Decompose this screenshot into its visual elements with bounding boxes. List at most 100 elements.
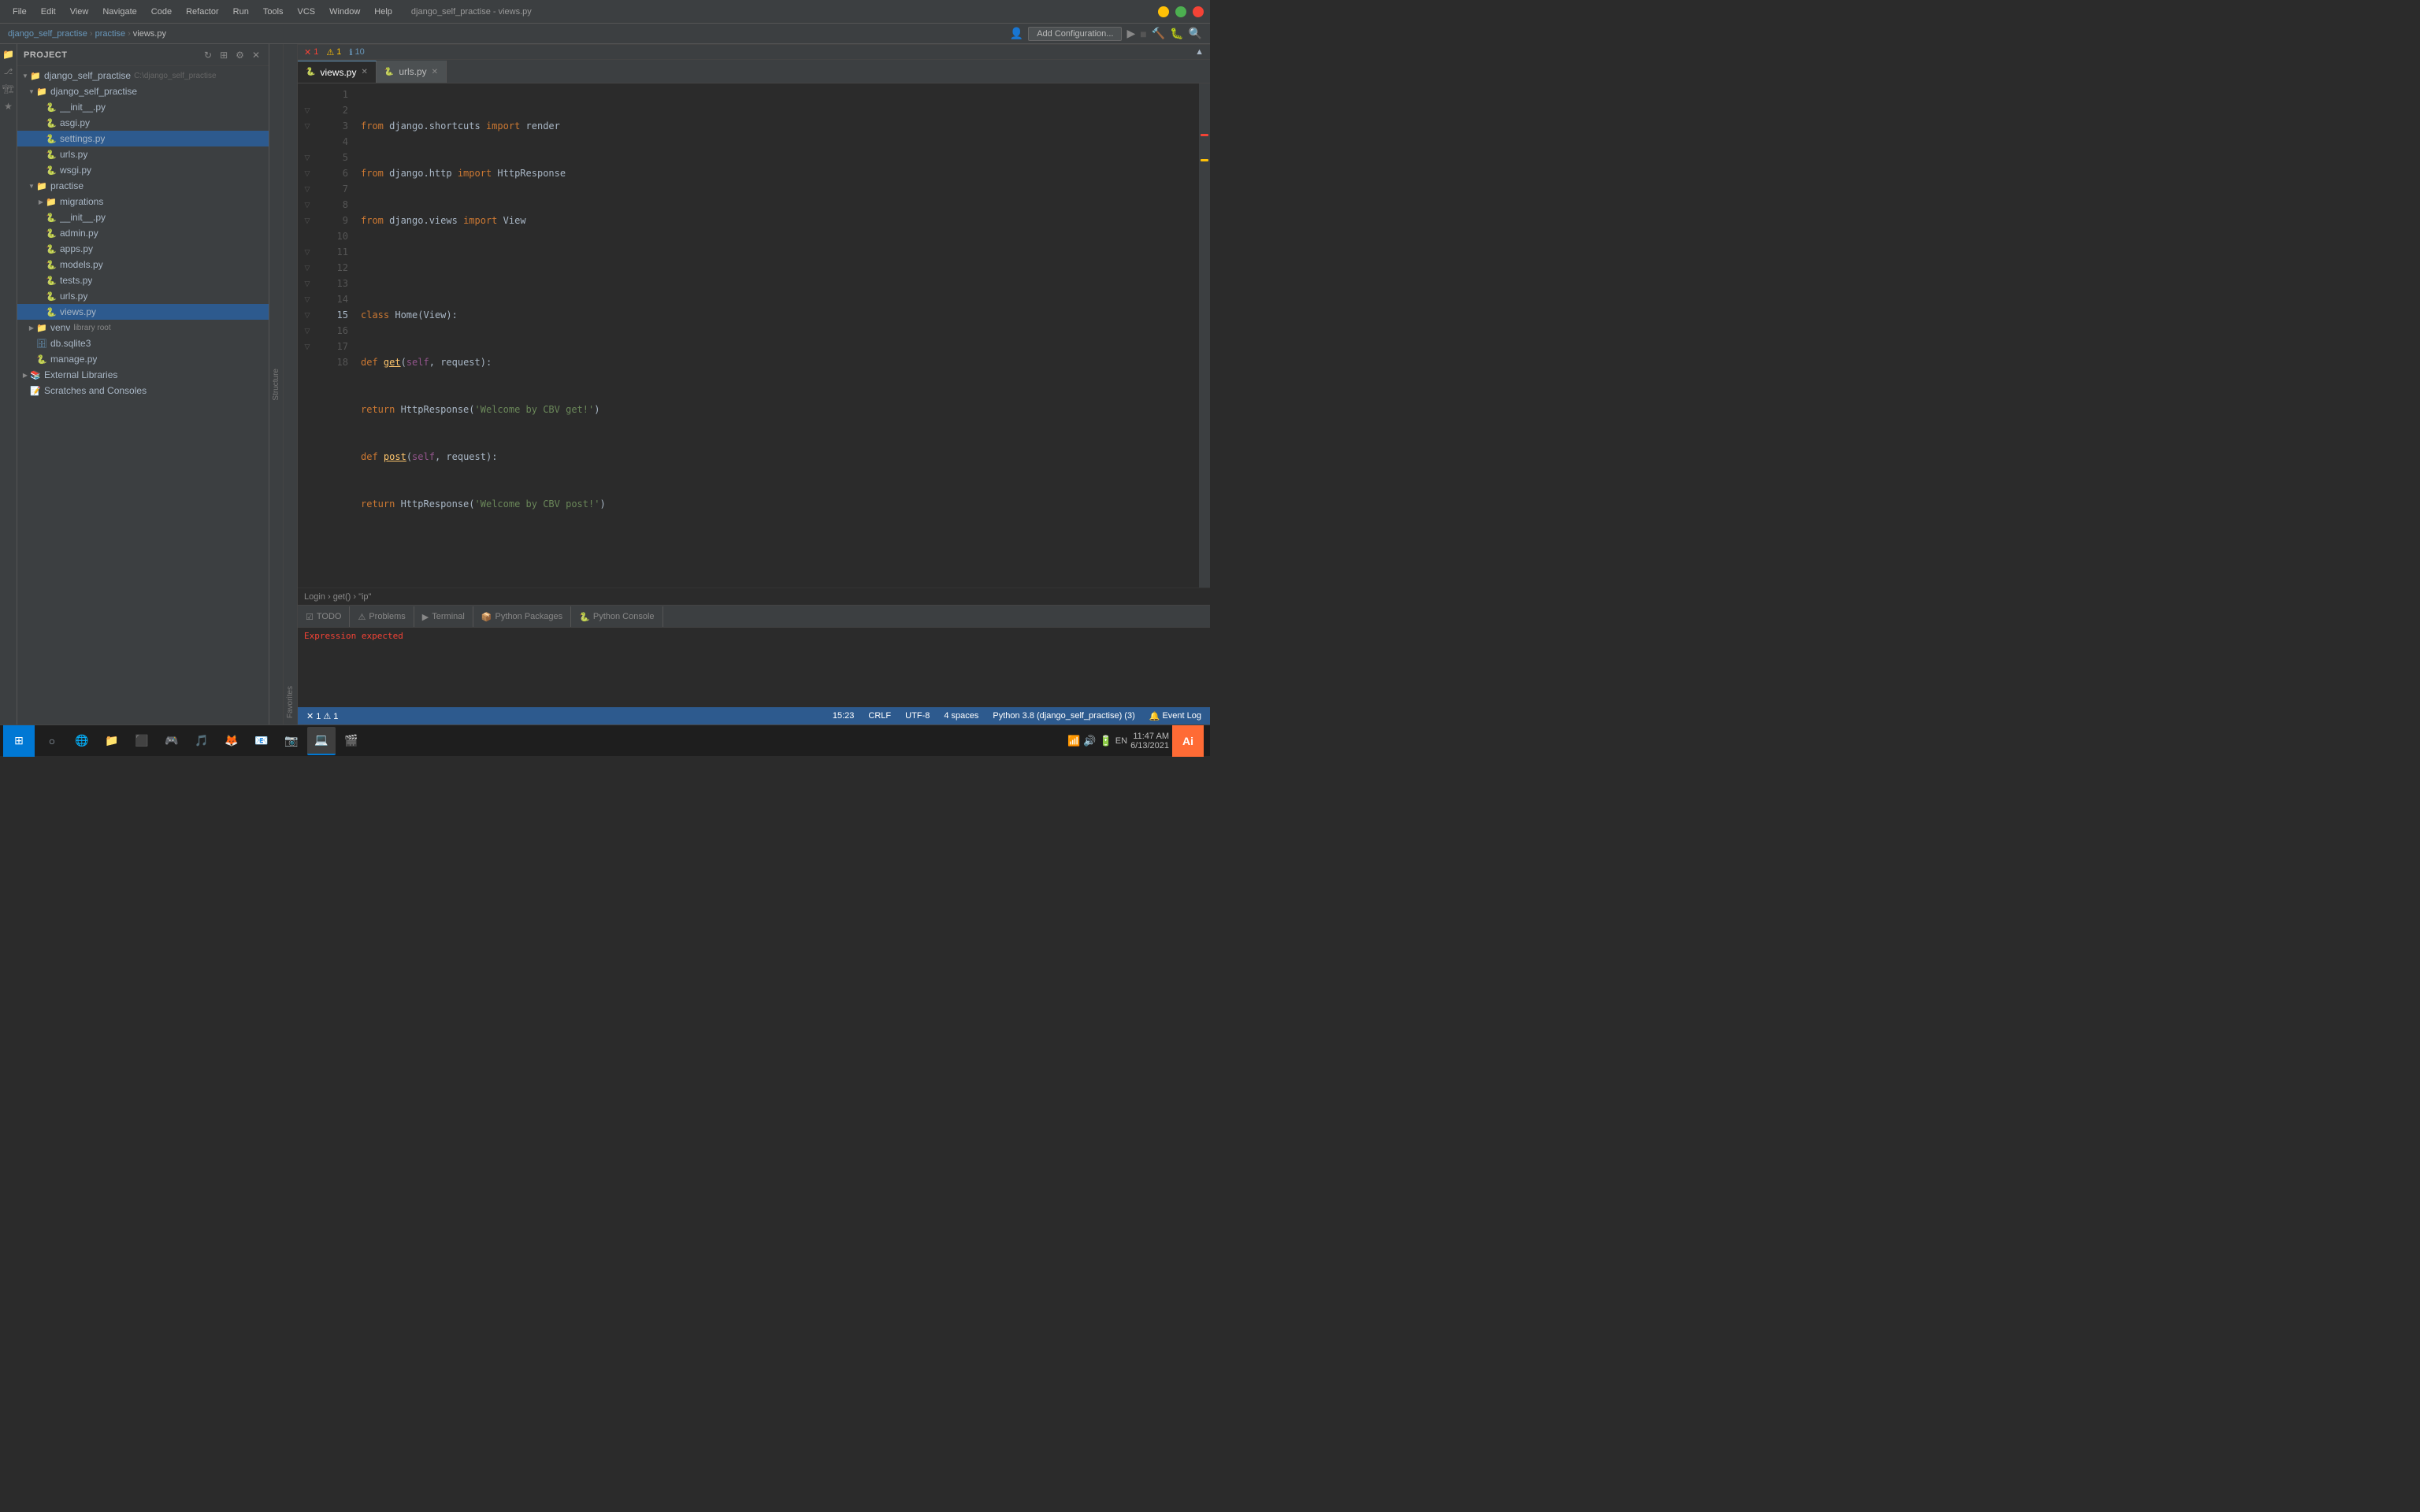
error-count-item[interactable]: ✕ 1: [304, 47, 318, 57]
tab-terminal[interactable]: ▶ Terminal: [414, 606, 473, 627]
sidebar-item-db[interactable]: 🗄 db.sqlite3: [17, 335, 269, 351]
info-count-item[interactable]: ℹ 10: [349, 47, 364, 57]
taskbar-video[interactable]: 🎬: [337, 727, 366, 755]
close-button[interactable]: [1193, 6, 1204, 17]
code-area[interactable]: from django.shortcuts import render from…: [354, 83, 1199, 587]
todo-icon: ☑: [306, 612, 314, 622]
start-button[interactable]: ⊞: [3, 725, 35, 757]
volume-icon[interactable]: 🔊: [1083, 735, 1096, 747]
tab-views-close[interactable]: ✕: [361, 68, 367, 76]
sidebar-item-urls1[interactable]: 🐍 urls.py: [17, 146, 269, 162]
taskbar-pycharm[interactable]: 💻: [307, 727, 336, 755]
sidebar-item-scratches[interactable]: 📝 Scratches and Consoles: [17, 383, 269, 398]
menu-code[interactable]: Code: [145, 6, 178, 18]
sidebar-refresh-button[interactable]: ↻: [202, 49, 214, 61]
status-line-ending[interactable]: CRLF: [866, 711, 893, 721]
taskbar-terminal-app[interactable]: ⬛: [128, 727, 156, 755]
sidebar-item-models[interactable]: 🐍 models.py: [17, 257, 269, 272]
sidebar-item-settings[interactable]: 🐍 settings.py: [17, 131, 269, 146]
sidebar-item-urls2[interactable]: 🐍 urls.py: [17, 288, 269, 304]
menu-navigate[interactable]: Navigate: [96, 6, 143, 18]
avatar-icon[interactable]: 👤: [1010, 27, 1023, 40]
menu-vcs[interactable]: VCS: [291, 6, 322, 18]
sidebar-item-views[interactable]: 🐍 views.py: [17, 304, 269, 320]
app-title: django_self_practise - views.py: [411, 7, 532, 17]
sidebar-item-manage[interactable]: 🐍 manage.py: [17, 351, 269, 367]
run-icon[interactable]: ▶: [1126, 27, 1135, 40]
tab-bar: 🐍 views.py ✕ 🐍 urls.py ✕: [298, 60, 1210, 83]
vcs-icon[interactable]: ⎇: [2, 65, 16, 79]
sidebar-settings-button[interactable]: ⚙: [233, 49, 247, 61]
tab-problems[interactable]: ⚠ Problems: [350, 606, 414, 627]
status-errors[interactable]: ✕ 1 ⚠ 1: [304, 711, 340, 721]
menu-edit[interactable]: Edit: [35, 6, 62, 18]
sidebar-close-button[interactable]: ✕: [250, 49, 262, 61]
sidebar-item-asgi[interactable]: 🐍 asgi.py: [17, 115, 269, 131]
sidebar-item-root[interactable]: ▼ 📁 django_self_practise C:\django_self_…: [17, 68, 269, 83]
status-indent[interactable]: 4 spaces: [941, 711, 981, 721]
sidebar-item-init2[interactable]: 🐍 __init__.py: [17, 209, 269, 225]
sidebar-item-apps[interactable]: 🐍 apps.py: [17, 241, 269, 257]
structure-icon[interactable]: 🏗: [2, 82, 16, 96]
sidebar-item-migrations[interactable]: ▶ 📁 migrations: [17, 194, 269, 209]
breadcrumb-project[interactable]: django_self_practise: [8, 29, 87, 39]
tab-todo[interactable]: ☑ TODO: [298, 606, 350, 627]
stop-icon[interactable]: ■: [1140, 28, 1146, 40]
menu-refactor[interactable]: Refactor: [180, 6, 225, 18]
debug-icon[interactable]: 🐛: [1170, 27, 1183, 40]
menu-tools[interactable]: Tools: [257, 6, 290, 18]
scrollbar[interactable]: [1199, 83, 1210, 587]
sidebar-item-practise[interactable]: ▼ 📁 practise: [17, 178, 269, 194]
status-position[interactable]: 15:23: [830, 711, 857, 721]
tab-urls-close[interactable]: ✕: [432, 68, 438, 76]
tab-views-py[interactable]: 🐍 views.py ✕: [298, 61, 377, 83]
sidebar-item-venv[interactable]: ▶ 📁 venv library root: [17, 320, 269, 335]
build-icon[interactable]: 🔨: [1152, 27, 1165, 40]
maximize-button[interactable]: [1175, 6, 1186, 17]
taskbar-camera[interactable]: 📷: [277, 727, 306, 755]
taskbar-music[interactable]: 🎵: [187, 727, 216, 755]
scroll-up-icon[interactable]: ▲: [1195, 47, 1204, 57]
sidebar-item-tests[interactable]: 🐍 tests.py: [17, 272, 269, 288]
add-configuration-button[interactable]: Add Configuration...: [1028, 27, 1122, 41]
sidebar-item-django[interactable]: ▼ 📁 django_self_practise: [17, 83, 269, 99]
status-language[interactable]: Python 3.8 (django_self_practise) (3): [990, 711, 1137, 721]
tab-python-packages[interactable]: 📦 Python Packages: [473, 606, 571, 627]
sidebar-item-admin[interactable]: 🐍 admin.py: [17, 225, 269, 241]
menu-help[interactable]: Help: [368, 6, 399, 18]
menu-run[interactable]: Run: [227, 6, 255, 18]
project-icon[interactable]: 📁: [2, 47, 16, 61]
editor-content[interactable]: ▽ ▽ ▽ ▽ ▽ ▽ ▽ ▽ ▽ ▽ ▽ ▽ ▽ ▽: [298, 83, 1210, 587]
taskbar-edge[interactable]: 🌐: [68, 727, 96, 755]
taskbar-explorer[interactable]: 📁: [98, 727, 126, 755]
camera-icon: 📷: [284, 734, 298, 747]
taskbar-firefox[interactable]: 🦊: [217, 727, 246, 755]
taskbar-game[interactable]: 🎮: [158, 727, 186, 755]
search-icon[interactable]: 🔍: [1189, 27, 1202, 40]
warning-count-item[interactable]: ⚠ 1: [326, 47, 341, 57]
sidebar-item-init1[interactable]: 🐍 __init__.py: [17, 99, 269, 115]
taskbar-search[interactable]: ○: [38, 727, 66, 755]
status-encoding[interactable]: UTF-8: [903, 711, 932, 721]
menu-window[interactable]: Window: [323, 6, 366, 18]
tab-urls-py[interactable]: 🐍 urls.py ✕: [377, 61, 447, 83]
minimize-button[interactable]: [1158, 6, 1169, 17]
status-event-log[interactable]: 🔔 Event Log: [1147, 711, 1204, 721]
breadcrumb-practise[interactable]: practise: [95, 29, 126, 39]
ai-logo[interactable]: Ai: [1172, 725, 1204, 757]
favorites-icon[interactable]: ★: [2, 99, 16, 113]
sidebar-item-external[interactable]: ▶ 📚 External Libraries: [17, 367, 269, 383]
sidebar-item-wsgi[interactable]: 🐍 wsgi.py: [17, 162, 269, 178]
taskbar-clock[interactable]: 11:47 AM 6/13/2021: [1130, 732, 1169, 750]
taskbar-mail[interactable]: 📧: [247, 727, 276, 755]
lang-icon[interactable]: EN: [1115, 736, 1127, 746]
menu-view[interactable]: View: [64, 6, 95, 18]
battery-icon[interactable]: 🔋: [1100, 735, 1112, 747]
tab-python-console[interactable]: 🐍 Python Console: [571, 606, 663, 627]
network-icon[interactable]: 📶: [1067, 735, 1080, 747]
menu-file[interactable]: File: [6, 6, 33, 18]
sidebar-collapse-button[interactable]: ⊞: [217, 49, 230, 61]
breadcrumb-file[interactable]: views.py: [133, 29, 166, 39]
sidebar-tools: ↻ ⊞ ⚙ ✕: [202, 49, 262, 61]
status-event-log-text: Event Log: [1162, 711, 1201, 721]
